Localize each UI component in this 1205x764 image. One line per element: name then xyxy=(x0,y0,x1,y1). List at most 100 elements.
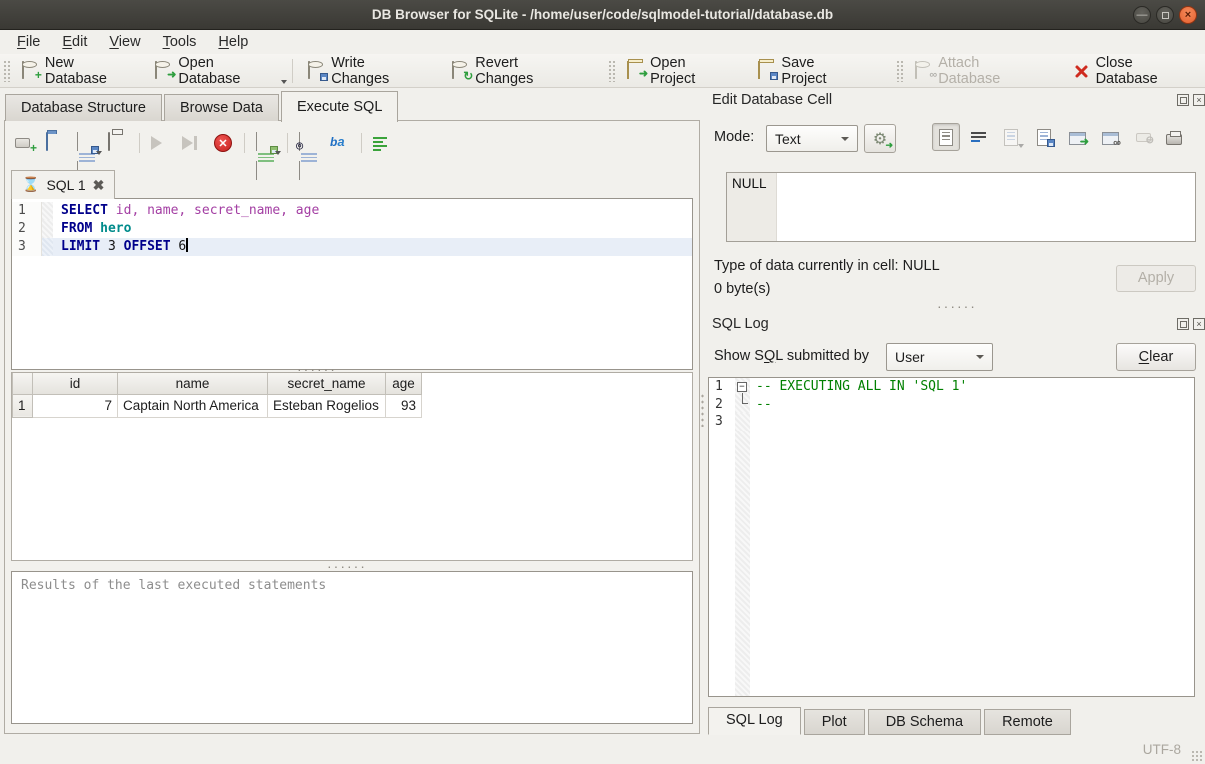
green-arrow-icon: ➜ xyxy=(1080,137,1089,148)
column-header-age[interactable]: age xyxy=(386,373,422,394)
sql-document-tab[interactable]: ⌛ SQL 1 ✖ xyxy=(11,170,115,199)
maximize-icon[interactable] xyxy=(1156,6,1174,24)
toolbar-drag-handle[interactable] xyxy=(3,60,10,82)
sql-toolbar-separator xyxy=(244,133,245,153)
revert-changes-button[interactable]: ↻ Revert Changes xyxy=(443,56,586,86)
close-database-button[interactable]: Close Database xyxy=(1064,56,1205,86)
cell-secret-name[interactable]: Esteban Rogelios xyxy=(268,394,386,417)
float-dock-icon[interactable] xyxy=(1177,94,1189,106)
save-project-button[interactable]: Save Project xyxy=(749,56,870,86)
export-cell-data-button[interactable] xyxy=(1032,124,1056,150)
hourglass-icon: ⌛ xyxy=(22,178,39,192)
menu-view[interactable]: View xyxy=(98,31,151,54)
clear-log-button[interactable]: Clear xyxy=(1116,343,1196,371)
chevron-down-icon xyxy=(841,137,849,141)
auto-completion-icon[interactable]: ba xyxy=(330,133,350,153)
print-cell-button[interactable] xyxy=(1162,124,1186,150)
line-number: 3 xyxy=(12,238,42,256)
chain-link-icon: ∞ xyxy=(1113,138,1121,149)
open-sql-file-icon[interactable] xyxy=(46,133,66,153)
vertical-splitter-handle[interactable] xyxy=(700,393,705,427)
attach-database-icon: ∞ xyxy=(915,62,932,79)
new-sql-tab-icon[interactable]: + xyxy=(15,133,35,153)
open-in-external-app-button[interactable]: ➜ xyxy=(1065,124,1089,150)
toolbar-drag-handle[interactable] xyxy=(608,60,615,82)
find-text-icon[interactable]: ⌾ xyxy=(299,133,319,153)
log-filter-select[interactable]: User xyxy=(886,343,993,371)
dock-controls: × xyxy=(1177,318,1205,330)
results-message-box[interactable]: Results of the last executed statements xyxy=(11,571,693,724)
minimize-icon[interactable]: — xyxy=(1133,6,1151,24)
menu-edit[interactable]: Edit xyxy=(51,31,98,54)
menu-file[interactable]: File xyxy=(6,31,51,54)
results-header-row: id name secret_name age xyxy=(13,373,422,394)
close-dock-icon[interactable]: × xyxy=(1193,94,1205,106)
close-sql-tab-icon[interactable]: ✖ xyxy=(93,177,105,194)
attach-database-button: ∞ Attach Database xyxy=(906,56,1051,86)
tab-sql-log[interactable]: SQL Log xyxy=(708,707,801,735)
open-project-button[interactable]: ➜ Open Project xyxy=(618,56,741,86)
line-number: 1 xyxy=(709,378,735,396)
tab-execute-sql[interactable]: Execute SQL xyxy=(281,91,398,122)
fold-end-icon xyxy=(742,393,748,404)
word-wrap-button[interactable] xyxy=(966,124,990,150)
results-grid[interactable]: id name secret_name age 1 7 Captain Nort… xyxy=(11,372,693,561)
column-header-secret-name[interactable]: secret_name xyxy=(268,373,386,394)
main-tabbar: Database Structure Browse Data Execute S… xyxy=(5,89,400,121)
log-text: -- EXECUTING ALL IN 'SQL 1' xyxy=(750,378,1194,396)
tab-database-structure[interactable]: Database Structure xyxy=(5,94,162,121)
toolbar-separator xyxy=(292,59,293,83)
tab-remote[interactable]: Remote xyxy=(984,709,1071,735)
main-toolbar: + New Database ➜ Open Database Write Cha… xyxy=(0,54,1205,88)
sql-toolbar-separator xyxy=(361,133,362,153)
column-header-id[interactable]: id xyxy=(33,373,118,394)
sql-editor[interactable]: 1 SELECT id, name, secret_name, age 2 FR… xyxy=(11,198,693,370)
cell-age[interactable]: 93 xyxy=(386,394,422,417)
import-cell-data-button xyxy=(999,124,1023,150)
new-database-button[interactable]: + New Database xyxy=(13,56,147,86)
cell-editor[interactable]: NULL xyxy=(726,172,1196,242)
set-null-button: ⊖ xyxy=(1131,124,1155,150)
cell-type-info: Type of data currently in cell: NULL xyxy=(714,258,940,274)
column-header-name[interactable]: name xyxy=(118,373,268,394)
code-line: 1 SELECT id, name, secret_name, age xyxy=(12,202,692,220)
copy-link-button[interactable]: ∞ xyxy=(1098,124,1122,150)
row-number-header[interactable] xyxy=(13,373,33,394)
format-sql-icon[interactable] xyxy=(373,133,393,153)
row-number-cell: 1 xyxy=(13,394,33,417)
close-dock-icon[interactable]: × xyxy=(1193,318,1205,330)
line-number: 2 xyxy=(709,396,735,414)
text-view-toggle[interactable] xyxy=(932,123,960,151)
stop-execution-icon[interactable]: ✕ xyxy=(213,133,233,153)
menu-help[interactable]: Help xyxy=(207,31,259,54)
auto-switch-mode-button[interactable]: ⚙ ➜ xyxy=(864,124,896,153)
log-filter-value: User xyxy=(895,349,925,365)
splitter-handle[interactable]: ······ xyxy=(935,304,979,310)
tab-plot[interactable]: Plot xyxy=(804,709,865,735)
open-database-button[interactable]: ➜ Open Database xyxy=(146,56,286,86)
db-browser-window: { "window": { "title": "DB Browser for S… xyxy=(0,0,1205,764)
sql-log-editor[interactable]: 1 − -- EXECUTING ALL IN 'SQL 1' 2 -- 3 xyxy=(708,377,1195,697)
float-dock-icon[interactable] xyxy=(1177,318,1189,330)
cell-name[interactable]: Captain North America xyxy=(118,394,268,417)
toolbar-drag-handle[interactable] xyxy=(896,60,903,82)
dock-controls: × xyxy=(1177,94,1205,106)
fold-collapse-icon[interactable]: − xyxy=(737,382,747,392)
table-row[interactable]: 1 7 Captain North America Esteban Rogeli… xyxy=(13,394,422,417)
open-project-icon: ➜ xyxy=(627,62,644,79)
mode-select[interactable]: Text xyxy=(766,125,858,152)
cell-id[interactable]: 7 xyxy=(33,394,118,417)
write-changes-button[interactable]: Write Changes xyxy=(299,56,433,86)
tab-browse-data[interactable]: Browse Data xyxy=(164,94,279,121)
save-sql-file-icon[interactable] xyxy=(77,133,97,153)
splitter-handle[interactable]: ······ xyxy=(325,564,369,570)
open-database-dropdown-icon[interactable] xyxy=(281,80,287,84)
tab-db-schema[interactable]: DB Schema xyxy=(868,709,981,735)
print-sql-icon[interactable] xyxy=(108,133,128,153)
close-icon[interactable]: × xyxy=(1179,6,1197,24)
cell-editor-content[interactable] xyxy=(777,173,1195,241)
encoding-indicator: UTF-8 xyxy=(1143,742,1181,757)
resize-grip[interactable] xyxy=(1191,750,1203,762)
menu-tools[interactable]: Tools xyxy=(152,31,208,54)
save-results-icon[interactable] xyxy=(256,133,276,153)
